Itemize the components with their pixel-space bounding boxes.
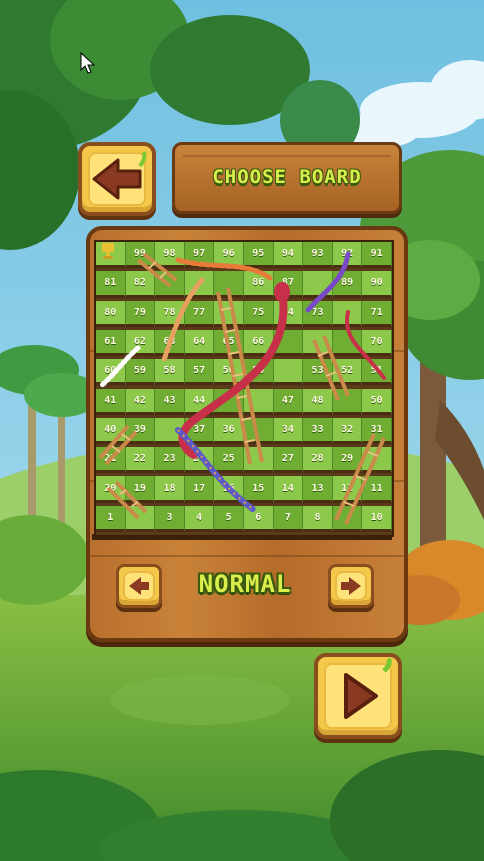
snake [305,251,351,313]
trophy-icon [102,243,114,259]
board-difficulty-label: NORMAL [198,570,292,598]
ladder [106,480,148,520]
play-icon [344,657,392,719]
next-board-button[interactable] [328,564,374,608]
snakes-and-ladders-overlay [98,243,386,525]
arrow-left-icon [92,151,147,200]
back-button[interactable] [78,142,156,216]
snake [345,310,386,380]
ladder [312,335,350,401]
play-button[interactable] [314,653,402,739]
title-plank: CHOOSE BOARD [172,142,402,214]
snake [175,257,273,281]
game-scene: CHOOSE BOARD 99 98 97 96 95 94 93 92 91 81 82 86 87 8… [0,0,484,861]
previous-board-button[interactable] [116,564,162,608]
mouse-cursor-icon [80,52,96,74]
snake [161,277,205,363]
snake-head [274,282,290,302]
ladder [136,252,178,288]
chevron-right-icon [341,577,361,595]
ladder [98,424,138,466]
ladder [334,433,386,525]
snake [99,345,141,388]
page-title: CHOOSE BOARD [212,166,362,188]
snake [175,427,257,513]
chevron-left-icon [129,577,149,595]
